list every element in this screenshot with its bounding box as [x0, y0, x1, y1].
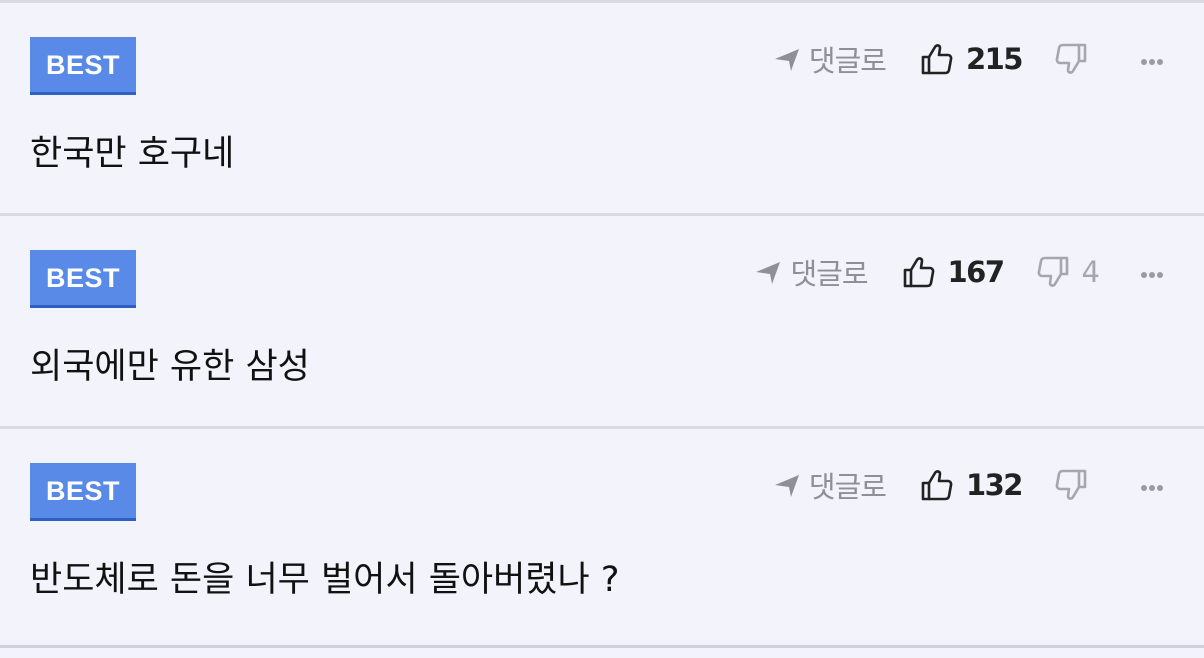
best-badge: BEST [30, 37, 136, 95]
reply-label: 댓글로 [808, 470, 887, 504]
thumbs-down-icon [1055, 43, 1087, 74]
dislike-button[interactable] [1054, 468, 1100, 502]
reply-label: 댓글로 [808, 44, 887, 78]
thumbs-up-icon [903, 257, 934, 288]
reply-button[interactable]: 댓글로 [773, 38, 887, 80]
more-dots-icon [1140, 476, 1164, 495]
comment-item: BEST 댓글로 167 4 외국에만 유한 삼성 [0, 216, 1204, 429]
reply-button[interactable]: 댓글로 [773, 464, 887, 506]
like-button[interactable]: 132 [920, 468, 1024, 502]
like-button[interactable]: 167 [902, 255, 1006, 289]
comment-list: BEST 댓글로 215 한국만 호구네 BEST 댓글로 167 4 외국에만… [0, 0, 1204, 658]
more-options-button[interactable] [1140, 263, 1164, 282]
thumbs-up-icon [921, 470, 953, 501]
dislike-button[interactable] [1054, 42, 1100, 76]
reply-arrow-icon [756, 262, 781, 284]
more-options-button[interactable] [1140, 476, 1164, 495]
more-options-button[interactable] [1140, 50, 1164, 69]
dislike-count: 4 [1081, 255, 1100, 289]
best-badge: BEST [30, 463, 136, 521]
best-badge: BEST [30, 250, 136, 308]
thumbs-down-icon [1055, 469, 1087, 500]
reply-label: 댓글로 [790, 257, 868, 291]
comment-item: BEST 댓글로 215 한국만 호구네 [0, 3, 1204, 216]
like-count: 167 [947, 255, 1006, 289]
reply-arrow-icon [774, 475, 799, 497]
like-button[interactable]: 215 [920, 42, 1024, 76]
comment-text: 외국에만 유한 삼성 [30, 347, 310, 387]
dislike-button[interactable]: 4 [1036, 255, 1100, 289]
comment-actions: 댓글로 132 [773, 463, 1164, 507]
comment-text: 한국만 호구네 [30, 134, 235, 174]
comment-actions: 댓글로 167 4 [754, 250, 1164, 294]
reply-button[interactable]: 댓글로 [754, 251, 869, 293]
more-dots-icon [1140, 50, 1164, 69]
thumbs-down-icon [1037, 256, 1068, 287]
like-count: 132 [965, 468, 1024, 502]
comment-actions: 댓글로 215 [773, 37, 1164, 81]
comment-item: BEST 댓글로 132 반도체로 돈을 너무 벌어서 돌아버렸나 ? [0, 429, 1204, 648]
thumbs-up-icon [921, 44, 953, 75]
reply-arrow-icon [774, 49, 799, 71]
more-dots-icon [1140, 263, 1164, 282]
comment-text: 반도체로 돈을 너무 벌어서 돌아버렸나 ? [30, 560, 620, 600]
like-count: 215 [965, 42, 1024, 76]
